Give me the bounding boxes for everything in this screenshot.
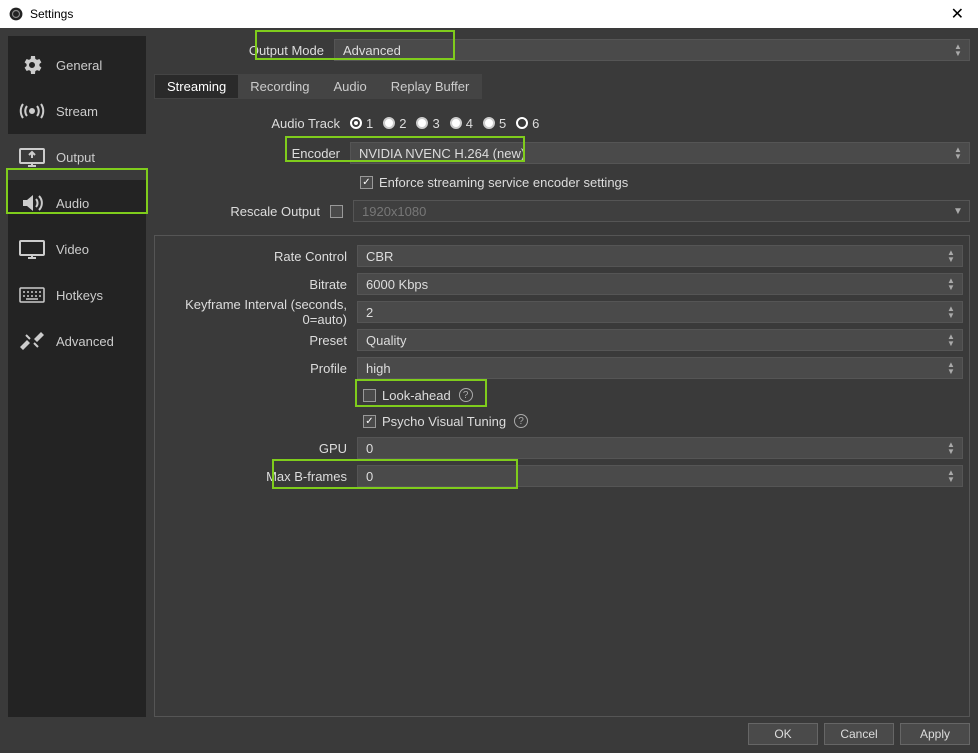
output-mode-value: Advanced — [343, 43, 401, 58]
tab-replay-buffer[interactable]: Replay Buffer — [379, 75, 482, 98]
preset-label: Preset — [161, 333, 357, 348]
tools-icon — [18, 327, 46, 355]
sidebar-item-stream[interactable]: Stream — [8, 88, 146, 134]
rate-control-label: Rate Control — [161, 249, 357, 264]
titlebar: Settings ✕ — [0, 0, 978, 28]
audio-track-1[interactable]: 1 — [350, 116, 373, 131]
dialog-buttons: OK Cancel Apply — [8, 717, 970, 745]
audio-track-3[interactable]: 3 — [416, 116, 439, 131]
audio-track-2[interactable]: 2 — [383, 116, 406, 131]
gear-icon — [18, 51, 46, 79]
help-icon[interactable]: ? — [459, 388, 473, 402]
tab-streaming[interactable]: Streaming — [155, 75, 238, 98]
keyboard-icon — [18, 281, 46, 309]
lookahead-label: Look-ahead — [382, 388, 451, 403]
rescale-combo: 1920x1080 ▼ — [353, 200, 970, 222]
bframes-label: Max B-frames — [161, 469, 357, 484]
bitrate-label: Bitrate — [161, 277, 357, 292]
psycho-checkbox[interactable] — [363, 415, 376, 428]
enforce-checkbox[interactable] — [360, 176, 373, 189]
obs-logo-icon — [8, 6, 24, 22]
sidebar-item-general[interactable]: General — [8, 42, 146, 88]
bframes-input[interactable]: 0 ▲▼ — [357, 465, 963, 487]
sidebar-item-label: Hotkeys — [56, 288, 103, 303]
radio-icon — [516, 117, 528, 129]
audio-track-6[interactable]: 6 — [516, 116, 539, 131]
updown-icon: ▲▼ — [942, 466, 960, 486]
output-mode-combo[interactable]: Advanced ▲▼ — [334, 39, 970, 61]
apply-button[interactable]: Apply — [900, 723, 970, 745]
monitor-output-icon — [18, 143, 46, 171]
sidebar-item-output[interactable]: Output — [8, 134, 146, 180]
updown-icon: ▲▼ — [942, 438, 960, 458]
monitor-icon — [18, 235, 46, 263]
updown-icon: ▲▼ — [942, 330, 960, 350]
radio-icon — [450, 117, 462, 129]
encoder-combo[interactable]: NVIDIA NVENC H.264 (new) ▲▼ — [350, 142, 970, 164]
rescale-value: 1920x1080 — [362, 204, 426, 219]
sidebar-item-label: Stream — [56, 104, 98, 119]
sidebar-item-label: Audio — [56, 196, 89, 211]
audio-track-label: Audio Track — [154, 116, 350, 131]
sidebar-item-audio[interactable]: Audio — [8, 180, 146, 226]
updown-icon: ▲▼ — [949, 143, 967, 163]
sidebar-item-advanced[interactable]: Advanced — [8, 318, 146, 364]
updown-icon: ▲▼ — [942, 358, 960, 378]
keyframe-input[interactable]: 2 ▲▼ — [357, 301, 963, 323]
encoder-value: NVIDIA NVENC H.264 (new) — [359, 146, 525, 161]
audio-track-radios: 1 2 3 4 5 6 — [350, 116, 539, 131]
updown-icon: ▲▼ — [942, 302, 960, 322]
lookahead-checkbox[interactable] — [363, 389, 376, 402]
rescale-label: Rescale Output — [154, 204, 330, 219]
sidebar-item-label: Advanced — [56, 334, 114, 349]
ok-button[interactable]: OK — [748, 723, 818, 745]
cancel-button[interactable]: Cancel — [824, 723, 894, 745]
audio-track-4[interactable]: 4 — [450, 116, 473, 131]
updown-icon: ▲▼ — [942, 274, 960, 294]
radio-icon — [416, 117, 428, 129]
tab-audio[interactable]: Audio — [322, 75, 379, 98]
sidebar-item-label: Video — [56, 242, 89, 257]
updown-icon: ▲▼ — [949, 40, 967, 60]
sidebar-item-video[interactable]: Video — [8, 226, 146, 272]
window-title: Settings — [30, 7, 945, 21]
rate-control-combo[interactable]: CBR ▲▼ — [357, 245, 963, 267]
sidebar-item-hotkeys[interactable]: Hotkeys — [8, 272, 146, 318]
audio-track-5[interactable]: 5 — [483, 116, 506, 131]
sidebar-item-label: Output — [56, 150, 95, 165]
encoder-label: Encoder — [154, 146, 350, 161]
broadcast-icon — [18, 97, 46, 125]
output-mode-label: Output Mode — [154, 43, 334, 58]
gpu-input[interactable]: 0 ▲▼ — [357, 437, 963, 459]
radio-icon — [350, 117, 362, 129]
bitrate-input[interactable]: 6000 Kbps ▲▼ — [357, 273, 963, 295]
close-icon[interactable]: ✕ — [945, 4, 970, 24]
speaker-icon — [18, 189, 46, 217]
gpu-label: GPU — [161, 441, 357, 456]
radio-icon — [383, 117, 395, 129]
psycho-label: Psycho Visual Tuning — [382, 414, 506, 429]
sidebar: General Stream Output Audio — [8, 36, 146, 717]
keyframe-label: Keyframe Interval (seconds, 0=auto) — [161, 297, 357, 327]
preset-combo[interactable]: Quality ▲▼ — [357, 329, 963, 351]
help-icon[interactable]: ? — [514, 414, 528, 428]
enforce-label: Enforce streaming service encoder settin… — [379, 175, 628, 190]
radio-icon — [483, 117, 495, 129]
profile-combo[interactable]: high ▲▼ — [357, 357, 963, 379]
output-tabs: Streaming Recording Audio Replay Buffer — [154, 74, 482, 99]
profile-label: Profile — [161, 361, 357, 376]
updown-icon: ▲▼ — [942, 246, 960, 266]
encoder-settings-panel: Rate Control CBR ▲▼ Bitrate 6000 Kbps ▲▼… — [154, 235, 970, 717]
sidebar-item-label: General — [56, 58, 102, 73]
rescale-checkbox[interactable] — [330, 205, 343, 218]
chevron-down-icon: ▼ — [949, 201, 967, 221]
tab-recording[interactable]: Recording — [238, 75, 321, 98]
